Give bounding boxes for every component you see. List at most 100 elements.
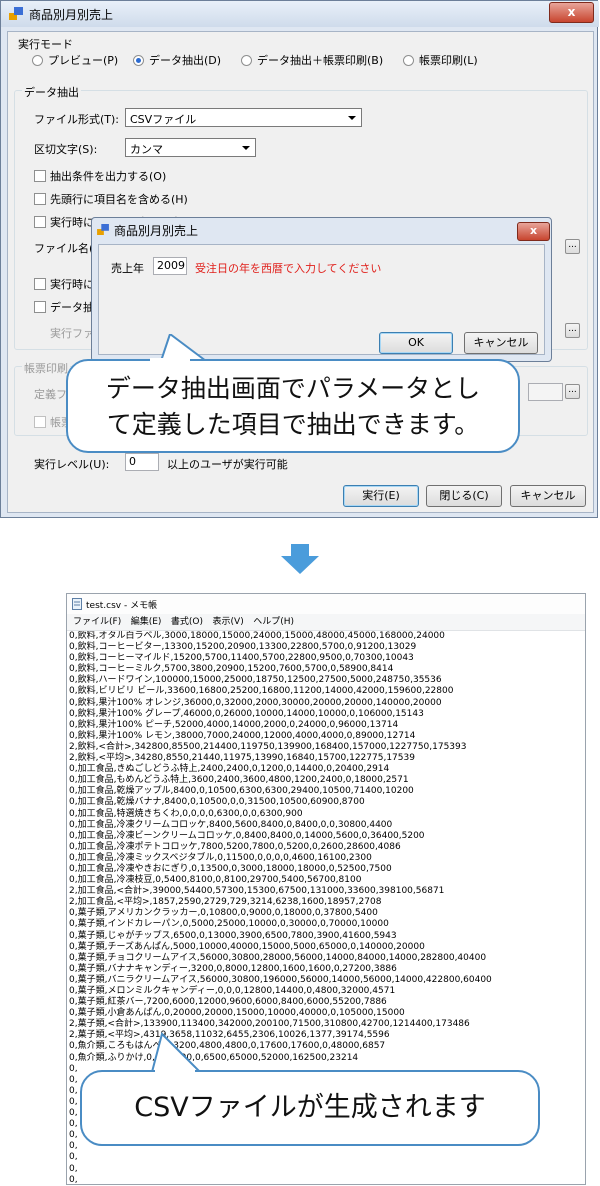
file-format-select[interactable]: CSVファイル [125, 108, 362, 127]
callout-pointer-join [150, 358, 190, 362]
input-filename-checkbox[interactable] [34, 216, 46, 228]
callout-extract-line2: て定義した項目で抽出できます。 [106, 410, 480, 439]
csv-line: 2,加工食品,<合計>,39000,54400,57300,15300,6750… [69, 886, 445, 897]
csv-line: 0,加工食品,きぬごしどうふ特上,2400,2400,0,1200,0,1440… [69, 764, 390, 775]
file-browse-button[interactable]: ... [565, 239, 580, 254]
radio-print-label[interactable]: 帳票印刷(L) [419, 52, 478, 68]
chevron-down-icon [242, 146, 250, 150]
csv-line: 0,加工食品,乾燥アップル,8400,0,10500,6300,6300,294… [69, 786, 414, 797]
include-header-label[interactable]: 先頭行に項目名を含める(H) [50, 191, 188, 207]
run-button[interactable]: 実行(E) [343, 485, 419, 507]
definition-browse-button[interactable]: ... [565, 384, 580, 399]
dialog-title: 商品別月別売上 [114, 224, 199, 238]
year-hint: 受注日の年を西暦で入力してください [195, 262, 382, 275]
radio-print[interactable] [403, 55, 414, 66]
csv-line: 0, [69, 1163, 78, 1174]
csv-line: 0,加工食品,冷凍ポテトコロッケ,7800,5200,7800,0,5200,0… [69, 841, 401, 852]
radio-preview[interactable] [32, 55, 43, 66]
menu-edit[interactable]: 編集(E) [131, 614, 162, 630]
csv-line: 0, [69, 1174, 78, 1184]
delimiter-value: カンマ [130, 143, 163, 156]
callout-csv-note: CSVファイルが生成されます [80, 1070, 540, 1146]
radio-extract-and-print[interactable] [241, 55, 252, 66]
csv-line: 0,飲料,果汁100% グレープ,46000,0,26000,10000,140… [69, 708, 424, 719]
csv-line: 2,飲料,<合計>,342800,85500,214400,119750,139… [69, 741, 467, 752]
csv-line: 0,加工食品,乾燥バナナ,8400,0,10500,0,0,31500,1050… [69, 797, 365, 808]
callout-csv-pointer-join [155, 1068, 195, 1072]
radio-data-extract[interactable] [133, 55, 144, 66]
csv-line: 0,魚介類,ころもはんぺん,3200,4800,4800,0,17600,176… [69, 1041, 386, 1052]
csv-line: 2,菓子類,<合計>,133900,113400,342000,200100,7… [69, 1019, 470, 1030]
csv-line: 0,菓子類,メロンミルクキャンディー,0,0,0,12800,14400,0,4… [69, 986, 396, 996]
callout-extract-line1: データ抽出画面でパラメータとし [105, 374, 481, 403]
dialog-close-button[interactable]: x [517, 222, 550, 241]
csv-line: 0,加工食品,冷凍ビーンクリームコロッケ,0,8400,8400,0,14000… [69, 830, 425, 841]
csv-line: 0,菓子類,アメリカンクラッカー,0,10800,0,9000,0,18000,… [69, 908, 378, 919]
csv-line: 0,飲料,コーヒービター,13300,15200,20900,13300,228… [69, 642, 417, 653]
mode-group-label: 実行モード [18, 38, 73, 51]
menu-view[interactable]: 表示(V) [213, 614, 244, 630]
csv-line: 0,飲料,果汁100% レモン,38000,7000,24000,12000,4… [69, 730, 416, 741]
radio-extract-and-print-label[interactable]: データ抽出＋帳票印刷(B) [257, 52, 383, 68]
csv-line: 0,飲料,ハードワイン,100000,15000,25000,18750,125… [69, 675, 442, 686]
csv-line: 0,加工食品,冷凍クリームコロッケ,8400,5600,8400,0,8400,… [69, 819, 393, 830]
delimiter-label: 区切文字(S): [34, 143, 98, 156]
csv-line: 0,菓子類,バニラクリームアイス,56000,30800,196000,5600… [69, 974, 492, 985]
extract-group-label: データ抽出 [22, 84, 81, 100]
csv-line: 0,菓子類,インドカレーパン,0,5000,25000,10000,0,3000… [69, 919, 389, 930]
arrow-down-icon [281, 544, 319, 574]
csv-line: 0,菓子類,小倉あんぱん,0,20000,20000,15000,10000,4… [69, 1008, 405, 1019]
csv-line: 0,加工食品,冷凍枝豆,0,5400,8100,0,8100,29700,540… [69, 875, 362, 886]
year-label: 売上年 [111, 262, 144, 275]
year-input[interactable]: 2009 [153, 257, 187, 275]
menu-file[interactable]: ファイル(F) [73, 614, 121, 630]
app-icon [9, 7, 23, 20]
file-format-value: CSVファイル [130, 113, 197, 126]
radio-data-extract-label[interactable]: データ抽出(D) [149, 52, 221, 68]
run-time-label[interactable]: 実行時に [50, 276, 94, 292]
run-time-checkbox[interactable] [34, 278, 46, 290]
definition-file-input[interactable] [528, 383, 563, 401]
csv-line: 0,菓子類,じゃがチップス,6500,0,13000,3900,6500,780… [69, 930, 397, 941]
print-checkbox[interactable] [34, 416, 46, 428]
close-dialog-button[interactable]: 閉じる(C) [426, 485, 502, 507]
csv-line: 0,菓子類,バナナキャンディー,3200,0,8000,12800,1600,1… [69, 963, 397, 974]
include-header-checkbox[interactable] [34, 193, 46, 205]
data-extract-checkbox[interactable] [34, 301, 46, 313]
csv-line: 0,飲料,果汁100% ピーチ,52000,4000,14000,2000,0,… [69, 719, 399, 730]
notepad-menu-bar: ファイル(F) 編集(E) 書式(O) 表示(V) ヘルプ(H) [67, 614, 585, 631]
csv-line: 2,菓子類,<平均>,4319,3658,11032,6455,2306,100… [69, 1030, 390, 1041]
csv-line: 0, [69, 1152, 78, 1163]
close-button[interactable]: x [549, 2, 594, 23]
callout-extract-note: データ抽出画面でパラメータとし て定義した項目で抽出できます。 [66, 359, 520, 453]
csv-line: 0,加工食品,冷凍ミックスベジタブル,0,11500,0,0,0,0,4600,… [69, 852, 372, 863]
window-title: 商品別月別売上 [29, 8, 114, 22]
menu-help[interactable]: ヘルプ(H) [253, 614, 294, 630]
output-conditions-checkbox[interactable] [34, 170, 46, 182]
notepad-icon [72, 598, 82, 610]
menu-format[interactable]: 書式(O) [171, 614, 203, 630]
csv-line: 2,飲料,<平均>,34280,8550,21440,11975,13990,1… [69, 753, 415, 764]
chevron-down-icon [348, 116, 356, 120]
csv-line: 0,加工食品,特選焼きちくわ,0,0,0,0,6300,0,0,6300,900 [69, 808, 303, 819]
title-bar: 商品別月別売上 x [1, 1, 599, 27]
csv-line: 0,菓子類,チョコクリームアイス,56000,30800,28000,56000… [69, 952, 487, 963]
csv-line: 0,飲料,オタル白ラベル,3000,18000,15000,24000,1500… [69, 631, 445, 641]
notepad-title: test.csv - メモ帳 [86, 601, 158, 611]
csv-line: 0,飲料,ビリビリ ビール,33600,16800,25200,16800,11… [69, 686, 454, 697]
app-icon [97, 224, 109, 235]
cancel-button[interactable]: キャンセル [510, 485, 586, 507]
csv-line: 0,加工食品,もめんどうふ特上,3600,2400,3600,4800,1200… [69, 775, 409, 786]
csv-line: 0,加工食品,冷凍やきおにぎり,0,13500,0,3000,18000,180… [69, 863, 392, 874]
delimiter-select[interactable]: カンマ [125, 138, 256, 157]
csv-line: 0,菓子類,紅茶バー,7200,6000,12000,9600,6000,840… [69, 997, 387, 1008]
callout-csv-text: CSVファイルが生成されます [134, 1092, 486, 1123]
radio-preview-label[interactable]: プレビュー(P) [48, 52, 118, 68]
exec-file-browse-button[interactable]: ... [565, 323, 580, 338]
notepad-title-bar: test.csv - メモ帳 [67, 594, 585, 615]
csv-line: 0,魚介類,ふりかけ,0,0,39000,0,6500,65000,52000,… [69, 1052, 359, 1063]
csv-line: 0,菓子類,チーズあんぱん,5000,10000,40000,15000,500… [69, 941, 425, 952]
output-conditions-label[interactable]: 抽出条件を出力する(O) [50, 168, 166, 184]
csv-line: 0,飲料,コーヒーミルク,5700,3800,20900,15200,7600,… [69, 664, 394, 675]
csv-line: 2,加工食品,<平均>,1857,2590,2729,729,3214,6238… [69, 897, 382, 908]
